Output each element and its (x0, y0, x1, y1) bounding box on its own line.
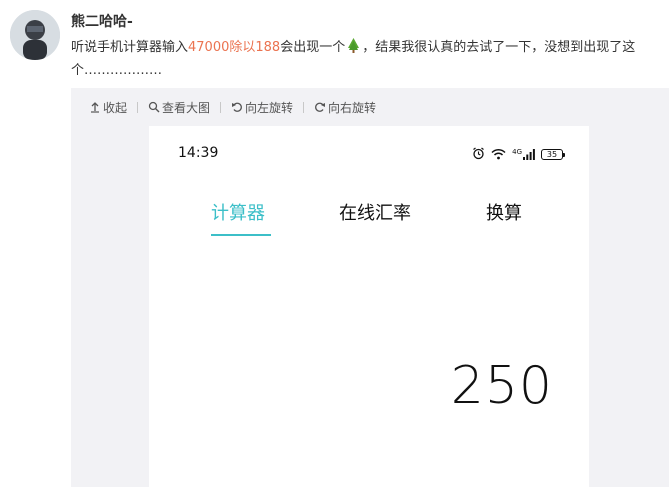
rotate-left-button[interactable]: 向左旋转 (231, 99, 293, 116)
media-toolbar: 收起 查看大图 向左旋转 向右旋转 (71, 88, 669, 126)
rotate-left-label: 向左旋转 (245, 100, 294, 115)
tab-calculator[interactable]: 计算器 (211, 199, 265, 225)
tab-exchange-rate[interactable]: 在线汇率 (339, 199, 411, 225)
alarm-icon (472, 145, 485, 164)
post-text-highlight[interactable]: 47000除以188 (188, 40, 280, 55)
active-tab-indicator (211, 234, 271, 236)
rotate-right-button[interactable]: 向右旋转 (314, 99, 376, 116)
battery-level: 35 (546, 150, 558, 159)
status-time: 14:39 (178, 145, 219, 161)
view-large-label: 查看大图 (162, 100, 211, 115)
wifi-icon (491, 145, 506, 164)
post-text: 听说手机计算器输入47000除以188会出现一个 ，结果我很认真的去试了一下，没想… (71, 36, 661, 82)
rotate-right-label: 向右旋转 (328, 100, 377, 115)
post-text-middle: 会出现一个 (280, 40, 346, 55)
view-large-button[interactable]: 查看大图 (148, 99, 210, 116)
search-icon (148, 101, 160, 113)
avatar[interactable] (10, 10, 60, 60)
calculator-result: 250 (450, 356, 553, 416)
phone-screenshot[interactable]: 14:39 4G 35 计算器 在线汇率 换算 250 (149, 126, 589, 487)
collapse-button[interactable]: 收起 (89, 99, 127, 116)
rotate-left-icon (231, 101, 243, 113)
signal-icon: 4G (512, 149, 535, 160)
collapse-icon (89, 101, 101, 113)
collapse-label: 收起 (103, 100, 128, 115)
network-type: 4G (512, 148, 522, 156)
media-box: 收起 查看大图 向左旋转 向右旋转 14:39 4G 35 计算器 在线汇率 换… (71, 88, 669, 487)
divider (303, 101, 305, 113)
rotate-right-icon (314, 101, 326, 113)
status-icons: 4G 35 (472, 145, 565, 164)
battery-icon: 35 (541, 149, 565, 160)
username[interactable]: 熊二哈哈- (71, 11, 133, 31)
divider (220, 101, 222, 113)
divider (137, 101, 139, 113)
post-text-before: 听说手机计算器输入 (71, 40, 189, 55)
tree-emoji-icon (347, 38, 360, 53)
tab-conversion[interactable]: 换算 (486, 199, 522, 225)
